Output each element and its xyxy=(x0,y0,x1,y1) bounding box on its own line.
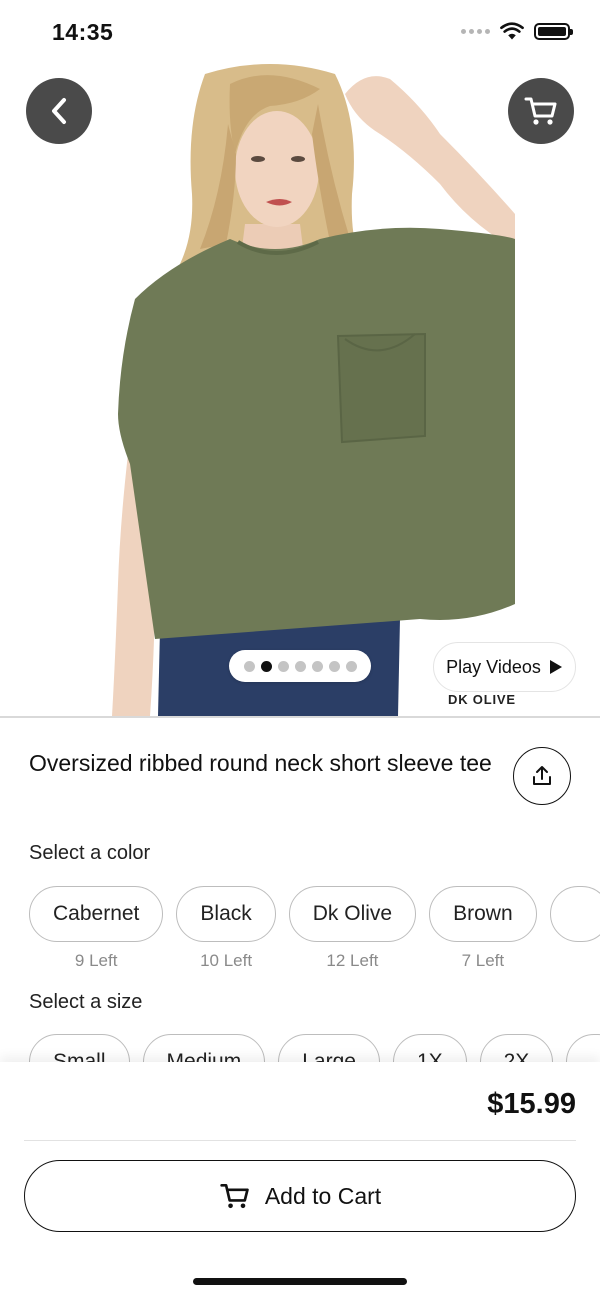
color-options: Cabernet 9 Left Black 10 Left Dk Olive 12 Lef… xyxy=(29,886,600,971)
color-option: Black 10 Left xyxy=(176,886,276,971)
cart-icon xyxy=(524,97,557,125)
carousel-dot[interactable] xyxy=(260,660,272,672)
carousel-page-indicator[interactable] xyxy=(229,650,371,682)
stock-left-label: 12 Left xyxy=(326,951,379,970)
color-chip[interactable]: Dk Olive xyxy=(288,886,417,942)
checkout-bar: $15.99 Add to Cart xyxy=(0,1062,600,1299)
color-chip[interactable]: Brown xyxy=(429,886,537,942)
color-option: Cabernet 9 Left xyxy=(29,886,164,971)
share-button[interactable] xyxy=(513,747,571,805)
cellular-signal-icon xyxy=(461,28,490,34)
divider xyxy=(24,1140,576,1141)
back-button[interactable] xyxy=(26,78,92,144)
add-to-cart-label: Add to Cart xyxy=(264,1182,382,1209)
select-size-label: Select a size xyxy=(29,991,143,1013)
color-option: Dk Olive 12 Left xyxy=(288,886,417,971)
product-image-carousel[interactable]: Play Videos DK OLIVE xyxy=(0,64,600,716)
color-chip[interactable] xyxy=(549,886,600,942)
stock-left-label: 9 Left xyxy=(74,951,118,970)
status-time: 14:35 xyxy=(52,19,114,45)
color-chip[interactable]: Cabernet xyxy=(29,886,164,942)
cart-button[interactable] xyxy=(508,78,574,144)
product-title: Oversized ribbed round neck short sleeve… xyxy=(29,750,492,776)
carousel-dot[interactable] xyxy=(328,660,340,672)
image-color-caption: DK OLIVE xyxy=(448,692,516,707)
play-videos-button[interactable]: Play Videos xyxy=(433,642,576,692)
play-icon xyxy=(549,660,562,674)
select-color-label: Select a color xyxy=(29,842,151,864)
product-photo xyxy=(112,64,515,716)
play-videos-label: Play Videos xyxy=(446,656,541,677)
cart-icon xyxy=(220,1184,249,1209)
carousel-dot[interactable] xyxy=(345,660,357,672)
carousel-dot[interactable] xyxy=(294,660,306,672)
wifi-icon xyxy=(500,22,524,40)
divider xyxy=(0,716,600,718)
status-icons xyxy=(461,22,573,40)
carousel-dot[interactable] xyxy=(243,660,255,672)
carousel-dot[interactable] xyxy=(277,660,289,672)
chevron-left-icon xyxy=(52,98,66,124)
home-indicator[interactable] xyxy=(193,1278,407,1285)
battery-icon xyxy=(534,22,573,40)
carousel-dot[interactable] xyxy=(311,660,323,672)
status-bar: 14:35 xyxy=(0,0,600,64)
stock-left-label: 10 Left xyxy=(200,951,253,970)
color-option xyxy=(549,886,600,971)
share-icon xyxy=(533,766,551,785)
product-price: $15.99 xyxy=(487,1088,576,1120)
stock-left-label: 7 Left xyxy=(461,951,505,970)
add-to-cart-button[interactable]: Add to Cart xyxy=(24,1160,576,1232)
color-option: Brown 7 Left xyxy=(429,886,537,971)
color-chip[interactable]: Black xyxy=(176,886,276,942)
